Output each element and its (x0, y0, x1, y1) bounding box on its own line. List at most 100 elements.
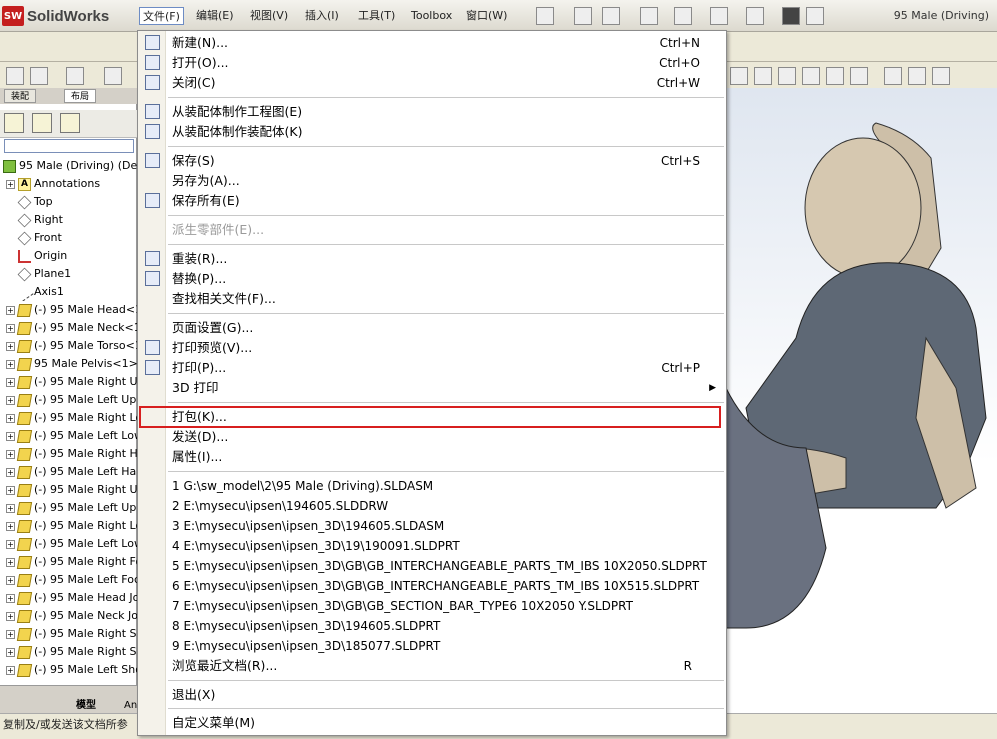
customize-menu-item[interactable]: 自定义菜单(M) (172, 713, 712, 733)
property-manager-icon[interactable] (32, 113, 52, 133)
tree-item[interactable]: + (-) 95 Male Right Ha (0, 445, 137, 463)
tree-item[interactable]: +Top (0, 193, 137, 211)
menu-item[interactable]: 新建(N)... Ctrl+N (172, 33, 712, 53)
tab-layout[interactable]: 布局 (64, 89, 97, 103)
sketch-icon[interactable] (6, 67, 24, 85)
menu-item[interactable]: 属性(I)... (172, 447, 712, 467)
menu-item[interactable]: 打印预览(V)... (172, 338, 712, 358)
print-icon[interactable] (710, 7, 728, 25)
options-icon[interactable] (806, 7, 824, 25)
explode-icon[interactable] (850, 67, 868, 85)
recent-file-item[interactable]: 7 E:\mysecu\ipsen\ipsen_3D\GB\GB_SECTION… (172, 596, 633, 616)
keyboard-icon[interactable] (536, 7, 554, 25)
expand-icon[interactable]: + (6, 557, 15, 567)
menu-item[interactable]: 替换(P)... (172, 269, 712, 289)
expand-icon[interactable]: + (6, 647, 15, 657)
tree-item[interactable]: +Origin (0, 247, 137, 265)
menu-item[interactable]: 从装配体制作装配体(K) (172, 122, 712, 142)
expand-icon[interactable]: + (6, 179, 15, 189)
menu-item[interactable]: 从装配体制作工程图(E) (172, 102, 712, 122)
menu-item[interactable]: 打包(K)... (172, 407, 712, 427)
expand-icon[interactable]: + (6, 431, 15, 441)
undo-icon[interactable] (746, 7, 764, 25)
expand-icon[interactable]: + (6, 521, 15, 531)
tree-item[interactable]: +Plane1 (0, 265, 137, 283)
assembly-tool-icon[interactable] (730, 67, 748, 85)
menu-view[interactable]: 视图(V) (247, 7, 291, 25)
filter-icon[interactable] (4, 139, 134, 153)
recent-file-item[interactable]: 8 E:\mysecu\ipsen\ipsen_3D\194605.SLDPRT (172, 616, 440, 636)
recent-file-item[interactable]: 2 E:\mysecu\ipsen\194605.SLDDRW (172, 496, 388, 516)
search-icon[interactable] (574, 7, 592, 25)
tree-item[interactable]: +95 Male Pelvis<1> (0, 355, 137, 373)
tree-item[interactable]: + (-) 95 Male Right Sh (0, 625, 137, 643)
line-icon[interactable] (66, 67, 84, 85)
tree-item[interactable]: + A Annotations (0, 175, 137, 193)
tree-item[interactable]: + (-) 95 Male Left Foc (0, 571, 137, 589)
rebuild-light-icon[interactable] (782, 7, 800, 25)
menu-item[interactable]: 查找相关文件(F)... (172, 289, 712, 309)
rectangle-icon[interactable] (104, 67, 122, 85)
expand-icon[interactable]: + (6, 665, 15, 675)
tree-item[interactable]: + (-) 95 Male Right Up (0, 481, 137, 499)
expand-icon[interactable]: + (6, 323, 15, 333)
exit-item[interactable]: 退出(X) (172, 685, 712, 705)
menu-toolbox[interactable]: Toolbox (408, 7, 455, 25)
menu-item[interactable]: 打印(P)... Ctrl+P (172, 358, 712, 378)
tree-item[interactable]: + (-) 95 Male Left Low (0, 427, 137, 445)
menu-insert[interactable]: 插入(I) (302, 7, 342, 25)
expand-icon[interactable]: + (6, 467, 15, 477)
rotate-component-icon[interactable] (802, 67, 820, 85)
move-component-icon[interactable] (778, 67, 796, 85)
menu-file[interactable]: 文件(F) (139, 7, 184, 25)
expand-icon[interactable]: + (6, 485, 15, 495)
menu-item[interactable]: 保存所有(E) (172, 191, 712, 211)
expand-icon[interactable]: + (6, 341, 15, 351)
recent-file-item[interactable]: 1 G:\sw_model\2\95 Male (Driving).SLDASM (172, 476, 433, 496)
recent-file-item[interactable]: 9 E:\mysecu\ipsen\ipsen_3D\185077.SLDPRT (172, 636, 440, 656)
expand-icon[interactable]: + (6, 305, 15, 315)
tree-item[interactable]: + (-) 95 Male Right Lo (0, 409, 137, 427)
open-icon[interactable] (640, 7, 658, 25)
tree-item[interactable]: + (-) 95 Male Right Up (0, 373, 137, 391)
recent-file-item[interactable]: 4 E:\mysecu\ipsen\ipsen_3D\19\190091.SLD… (172, 536, 460, 556)
tree-item[interactable]: + (-) 95 Male Left Sho (0, 661, 137, 679)
tab-model[interactable]: 模型 (70, 699, 102, 713)
tree-item[interactable]: +Right (0, 211, 137, 229)
tree-item[interactable]: + (-) 95 Male Left Upp (0, 391, 137, 409)
tree-item[interactable]: + (-) 95 Male Right Fo (0, 553, 137, 571)
tree-item[interactable]: + (-) 95 Male Head<1 (0, 301, 137, 319)
menu-item[interactable]: 发送(D)... (172, 427, 712, 447)
dimension-icon[interactable] (30, 67, 48, 85)
expand-icon[interactable]: + (6, 593, 15, 603)
feature-tree-icon[interactable] (4, 113, 24, 133)
recent-file-item[interactable]: 3 E:\mysecu\ipsen\ipsen_3D\194605.SLDASM (172, 516, 444, 536)
expand-icon[interactable]: + (6, 359, 15, 369)
expand-icon[interactable]: + (6, 377, 15, 387)
menu-tools[interactable]: 工具(T) (355, 7, 398, 25)
smart-fasteners-icon[interactable] (826, 67, 844, 85)
tree-item[interactable]: +Front (0, 229, 137, 247)
configuration-manager-icon[interactable] (60, 113, 80, 133)
tree-item[interactable]: + (-) 95 Male Head Jo (0, 589, 137, 607)
expand-icon[interactable]: + (6, 395, 15, 405)
clearance-icon[interactable] (908, 67, 926, 85)
tree-item[interactable]: + (-) 95 Male Left Har (0, 463, 137, 481)
tree-item[interactable]: + (-) 95 Male Neck Joi (0, 607, 137, 625)
menu-item[interactable]: 打开(O)... Ctrl+O (172, 53, 712, 73)
new-icon[interactable] (602, 7, 620, 25)
browse-recent-item[interactable]: 浏览最近文档(R)... R (172, 656, 712, 676)
tree-item[interactable]: +Axis1 (0, 283, 137, 301)
menu-item[interactable]: 3D 打印 ▶ (172, 378, 716, 398)
expand-icon[interactable]: + (6, 449, 15, 459)
menu-item[interactable]: 关闭(C) Ctrl+W (172, 73, 712, 93)
tree-root[interactable]: 95 Male (Driving) (Defa (0, 157, 137, 175)
expand-icon[interactable]: + (6, 503, 15, 513)
expand-icon[interactable]: + (6, 575, 15, 585)
expand-icon[interactable]: + (6, 611, 15, 621)
menu-edit[interactable]: 编辑(E) (193, 7, 237, 25)
menu-item[interactable]: 页面设置(G)... (172, 318, 712, 338)
mate-icon[interactable] (754, 67, 772, 85)
tree-item[interactable]: + (-) 95 Male Right Lo (0, 517, 137, 535)
tree-item[interactable]: + (-) 95 Male Torso<1 (0, 337, 137, 355)
